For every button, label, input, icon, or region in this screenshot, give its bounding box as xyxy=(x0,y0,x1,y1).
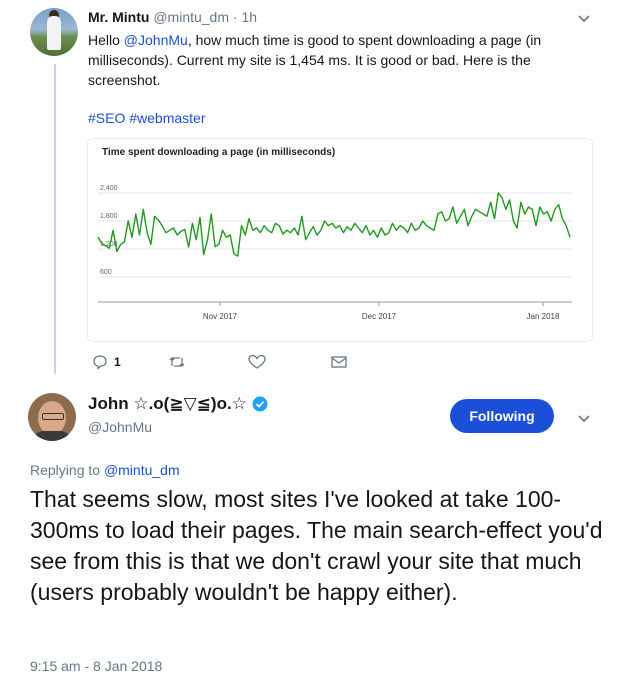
tweet-text: Hello @JohnMu, how much time is good to … xyxy=(88,30,568,90)
hashtag-webmaster[interactable]: #webmaster xyxy=(129,110,205,126)
replying-to: Replying to @mintu_dm xyxy=(30,462,180,478)
time-ago[interactable]: 1h xyxy=(241,9,257,25)
chart-plot: 2,4001,8001,200600Nov 2017 Dec 2017 Jan 20… xyxy=(97,185,572,321)
display-name[interactable]: John ☆.o(≧▽≦)o.☆ xyxy=(88,394,247,414)
tweet-original: Mr. Mintu @mintu_dm · 1h Hello @JohnMu, … xyxy=(88,8,568,126)
hashtags: #SEO #webmaster xyxy=(88,110,568,126)
reply-author: John ☆.o(≧▽≦)o.☆ xyxy=(88,394,268,414)
tweet-actions: 1 xyxy=(92,352,352,372)
x-tick-label: Nov 2017 xyxy=(203,312,238,321)
tweet-text-before: Hello xyxy=(88,32,124,48)
handle[interactable]: @JohnMu xyxy=(88,419,152,435)
chart-card[interactable]: Time spent downloading a page (in millis… xyxy=(87,138,593,342)
message-icon xyxy=(331,356,347,368)
avatar-glasses xyxy=(42,413,64,420)
y-tick-label: 1,800 xyxy=(100,213,118,220)
avatar[interactable] xyxy=(30,8,78,56)
avatar[interactable] xyxy=(28,393,76,441)
y-tick-label: 2,400 xyxy=(100,185,118,192)
x-tick-label: Dec 2017 xyxy=(362,312,397,321)
mention-link[interactable]: @JohnMu xyxy=(124,32,188,48)
retweet-icon xyxy=(169,357,185,367)
y-tick-label: 600 xyxy=(100,269,112,276)
reply-count: 1 xyxy=(114,355,121,369)
chevron-down-icon[interactable] xyxy=(576,10,592,26)
tweet-header: Mr. Mintu @mintu_dm · 1h xyxy=(88,8,568,26)
reply-button[interactable]: 1 xyxy=(92,352,121,372)
following-button[interactable]: Following xyxy=(450,399,554,433)
separator: · xyxy=(232,9,238,25)
handle[interactable]: @mintu_dm xyxy=(153,9,229,25)
reply-icon xyxy=(93,355,107,370)
like-icon xyxy=(248,354,266,369)
verified-icon xyxy=(252,396,268,412)
retweet-button[interactable] xyxy=(168,352,186,372)
replying-to-link[interactable]: @mintu_dm xyxy=(104,462,180,478)
message-button[interactable] xyxy=(330,352,348,372)
hashtag-seo[interactable]: #SEO xyxy=(88,110,125,126)
display-name[interactable]: Mr. Mintu xyxy=(88,9,149,25)
like-button[interactable] xyxy=(248,352,266,372)
timestamp[interactable]: 9:15 am - 8 Jan 2018 xyxy=(30,658,162,674)
x-tick-label: Jan 2018 xyxy=(527,312,560,321)
series-line xyxy=(97,192,571,257)
replying-prefix: Replying to xyxy=(30,462,104,478)
avatar-body xyxy=(32,431,72,441)
avatar-figure xyxy=(47,16,61,50)
thread-connector xyxy=(54,64,56,374)
reply-text: That seems slow, most sites I've looked … xyxy=(30,486,603,605)
chevron-down-icon[interactable] xyxy=(576,410,592,426)
